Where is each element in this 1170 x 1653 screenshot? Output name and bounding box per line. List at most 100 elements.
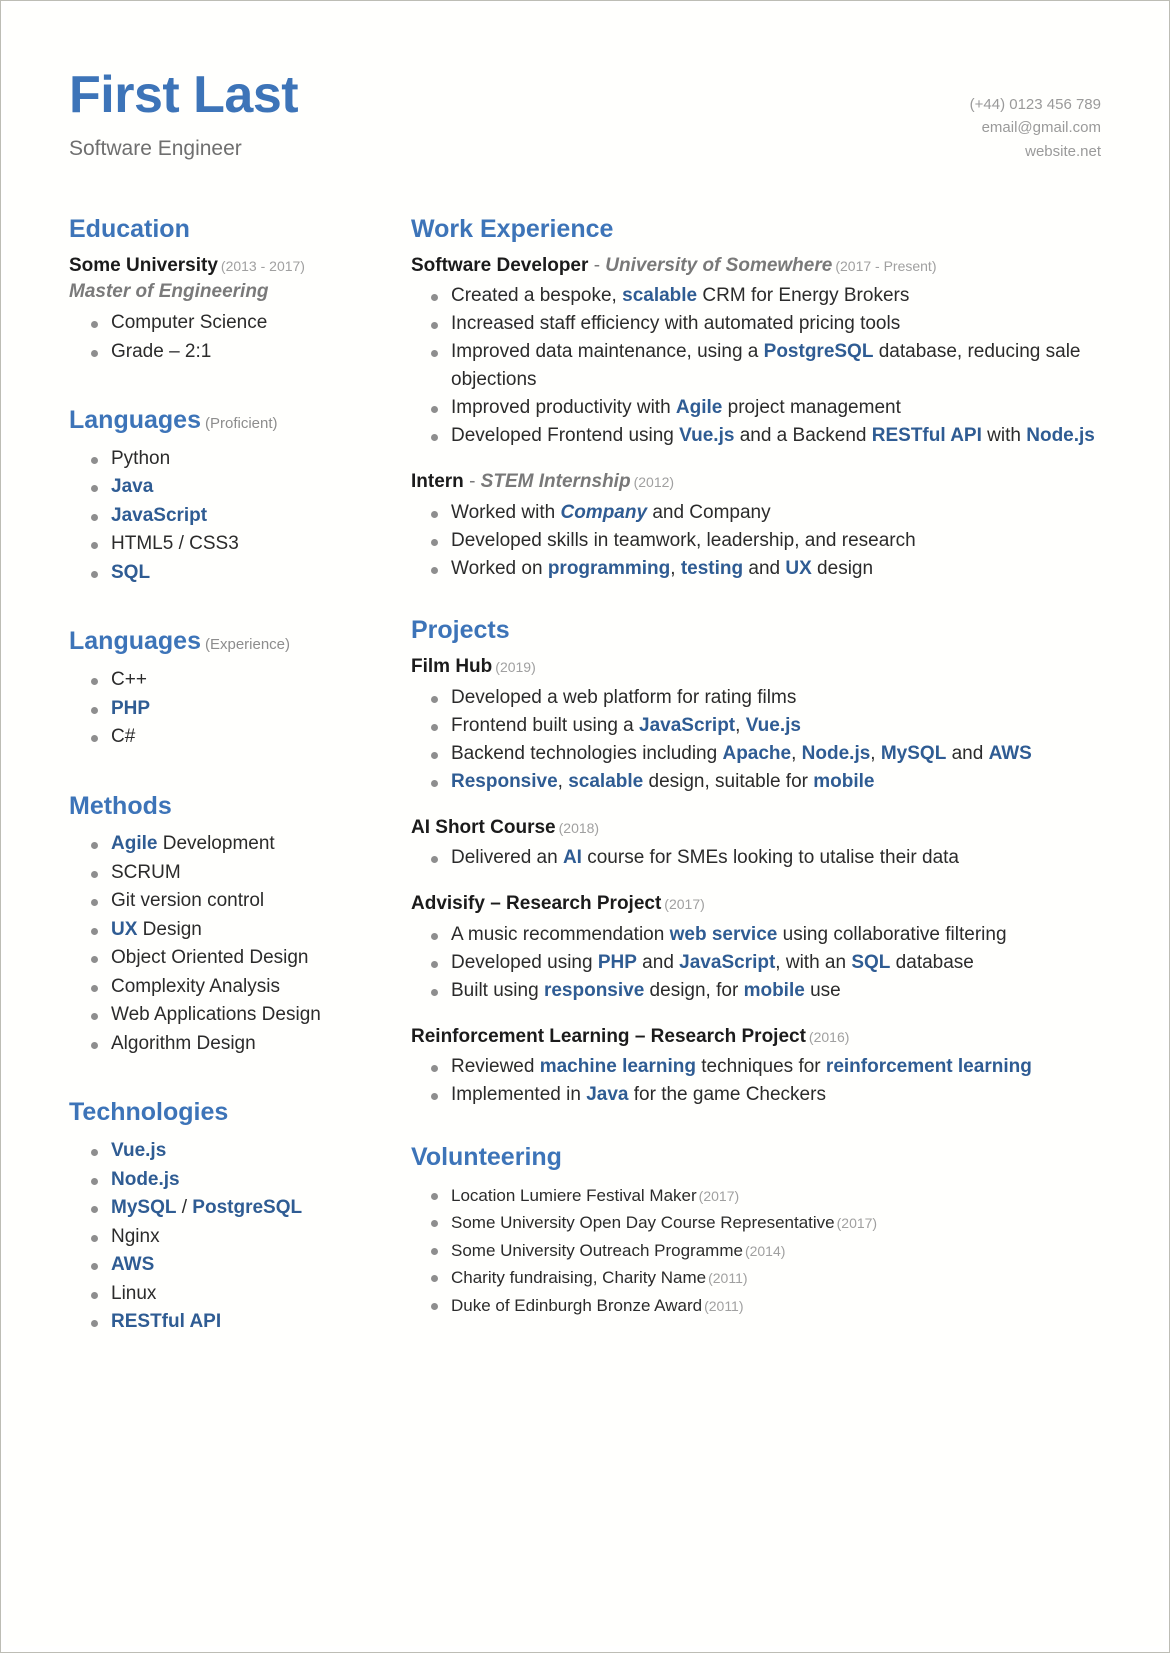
volunteering-year: (2017)	[698, 1187, 740, 1204]
list-item: Web Applications Design	[69, 1001, 403, 1030]
list-item: Object Oriented Design	[69, 944, 403, 973]
languages-proficient-qualifier: (Proficient)	[204, 415, 278, 433]
section-education: Education Some University (2013 - 2017) M…	[69, 215, 403, 366]
languages-experience-qualifier: (Experience)	[204, 636, 291, 654]
list-item: Developed skills in teamwork, leadership…	[411, 527, 1101, 555]
list-item: Computer Science	[69, 309, 403, 338]
keyword: responsive	[543, 979, 645, 1001]
keyword: RESTful API	[871, 425, 982, 447]
section-heading-volunteering: Volunteering	[411, 1143, 562, 1172]
education-degree: Master of Engineering	[69, 281, 269, 303]
list-item: SQL	[69, 559, 403, 588]
keyword: Java	[586, 1084, 629, 1106]
keyword: testing	[680, 557, 744, 579]
keyword: Node.js	[801, 742, 871, 764]
keyword: JavaScript	[639, 714, 736, 736]
list-item: Worked with Company and Company	[411, 499, 1101, 527]
project-title: Advisify – Research Project	[411, 893, 662, 915]
project-title: Film Hub	[411, 656, 493, 678]
page-title: First Last	[69, 66, 299, 124]
volunteering-text: Charity fundraising, Charity Name	[451, 1268, 707, 1288]
contact-website[interactable]: website.net	[970, 140, 1101, 163]
list-item: Worked on programming, testing and UX de…	[411, 555, 1101, 583]
keyword: web service	[669, 923, 778, 945]
work-entry: Software Developer - University of Somew…	[411, 254, 1101, 450]
project-years: (2018)	[558, 819, 600, 836]
project-entry-title: AI Short Course (2018)	[411, 816, 1101, 841]
technologies-list: Vue.js Node.js MySQL / PostgreSQL Nginx AWS L…	[69, 1137, 403, 1337]
list-item: AWS	[69, 1251, 403, 1280]
list-item: Java	[69, 473, 403, 502]
work-years: (2017 - Present)	[835, 257, 937, 274]
identity-block: First Last Software Engineer	[69, 66, 299, 161]
languages-experience-label: Languages	[69, 627, 201, 656]
list-item: Created a bespoke, scalable CRM for Ener…	[411, 282, 1101, 310]
list-item: Backend technologies including Apache, N…	[411, 740, 1101, 768]
keyword: machine learning	[539, 1056, 696, 1078]
list-item: Developed a web platform for rating film…	[411, 684, 1101, 712]
contact-email[interactable]: email@gmail.com	[970, 116, 1101, 139]
volunteering-text: Location Lumiere Festival Maker	[451, 1185, 697, 1205]
work-role: Software Developer	[411, 254, 589, 276]
contact-phone[interactable]: (+44) 0123 456 789	[970, 93, 1101, 116]
contact-block: (+44) 0123 456 789 email@gmail.com websi…	[970, 69, 1101, 163]
list-item: RESTful API	[69, 1308, 403, 1337]
project-entry: Film Hub (2019) Developed a web platform f…	[411, 655, 1101, 795]
list-item: Increased staff efficiency with automate…	[411, 310, 1101, 338]
list-item: MySQL / PostgreSQL	[69, 1194, 403, 1223]
list-item: Frontend built using a JavaScript, Vue.j…	[411, 712, 1101, 740]
work-org: STEM Internship	[480, 470, 631, 492]
work-bullets: Worked with Company and Company Developed…	[411, 499, 1101, 583]
list-item: Location Lumiere Festival Maker (2017)	[411, 1182, 1101, 1210]
section-languages-proficient: Languages (Proficient) Python Java JavaScri…	[69, 406, 403, 587]
section-heading-methods: Methods	[69, 791, 172, 820]
keyword: AWS	[988, 742, 1032, 764]
list-item: Built using responsive design, for mobil…	[411, 977, 1101, 1005]
list-item: Implemented in Java for the game Checker…	[411, 1081, 1101, 1109]
education-school: Some University	[69, 254, 218, 276]
list-item: Complexity Analysis	[69, 973, 403, 1002]
section-volunteering: Volunteering Location Lumiere Festival M…	[411, 1143, 1101, 1319]
list-item: Python	[69, 445, 403, 474]
list-item: Agile Development	[69, 830, 403, 859]
list-item: SCRUM	[69, 859, 403, 888]
keyword: UX	[785, 557, 812, 579]
languages-proficient-label: Languages	[69, 406, 201, 435]
work-separator: -	[593, 254, 601, 276]
keyword: Node.js	[111, 1168, 180, 1190]
keyword: Responsive	[451, 770, 558, 792]
section-heading-languages-experience: Languages (Experience)	[69, 627, 403, 656]
volunteering-year: (2011)	[708, 1270, 748, 1287]
list-item: Algorithm Design	[69, 1030, 403, 1059]
keyword: Node.js	[1026, 425, 1095, 447]
project-entry: AI Short Course (2018) Delivered an AI cou…	[411, 816, 1101, 873]
keyword: Java	[111, 476, 154, 498]
list-item: Developed Frontend using Vue.js and a Ba…	[411, 422, 1101, 450]
resume-content: First Last Software Engineer (+44) 0123 …	[69, 69, 1101, 1626]
keyword: MySQL	[880, 742, 947, 764]
work-separator: -	[469, 470, 476, 492]
volunteering-text: Some University Outreach Programme	[451, 1240, 743, 1260]
keyword: JavaScript	[111, 504, 208, 526]
section-heading-languages-proficient: Languages (Proficient)	[69, 406, 403, 435]
keyword: programming	[547, 557, 671, 579]
project-entry-title: Reinforcement Learning – Research Projec…	[411, 1025, 1101, 1050]
work-entry-title: Software Developer - University of Somew…	[411, 254, 1101, 279]
section-heading-work-experience: Work Experience	[411, 215, 614, 243]
list-item: Nginx	[69, 1223, 403, 1252]
keyword: Apache	[722, 742, 792, 764]
keyword: SQL	[851, 951, 891, 973]
keyword: RESTful API	[111, 1311, 222, 1333]
methods-list: Agile Development SCRUM Git version contro…	[69, 830, 403, 1058]
resume-paper: First Last Software Engineer (+44) 0123 …	[7, 7, 1163, 1646]
section-heading-projects: Projects	[411, 616, 510, 645]
job-title: Software Engineer	[69, 137, 242, 160]
resume-columns: Education Some University (2013 - 2017) M…	[69, 215, 1101, 1337]
keyword: AI	[562, 847, 582, 869]
volunteering-year: (2014)	[744, 1242, 786, 1259]
list-item: C#	[69, 723, 403, 752]
list-item: Improved data maintenance, using a Postg…	[411, 338, 1101, 394]
work-org: University of Somewhere	[605, 254, 833, 276]
list-item: Charity fundraising, Charity Name (2011)	[411, 1264, 1101, 1292]
project-bullets: Delivered an AI course for SMEs looking …	[411, 844, 1101, 872]
